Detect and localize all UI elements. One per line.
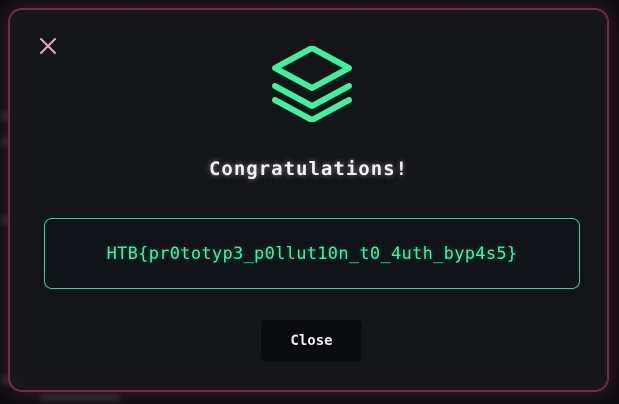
close-button[interactable]: Close	[261, 320, 362, 362]
flag-display: HTB{pr0totyp3_p0llut10n_t0_4uth_byp4s5}	[44, 218, 580, 289]
stacked-layers-icon	[269, 45, 355, 123]
flag-text: HTB{pr0totyp3_p0llut10n_t0_4uth_byp4s5}	[106, 243, 518, 264]
modal-title: Congratulations!	[208, 158, 409, 180]
success-modal: Congratulations! HTB{pr0totyp3_p0llut10n…	[8, 8, 609, 392]
close-icon[interactable]	[36, 34, 60, 58]
